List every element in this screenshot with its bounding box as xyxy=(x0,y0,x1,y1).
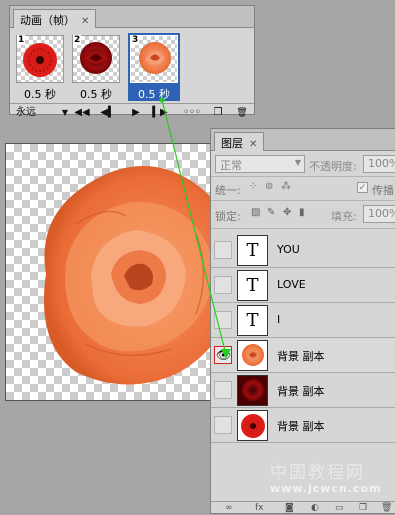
layer-mask-icon[interactable]: ◙ xyxy=(285,503,294,513)
tab-animation[interactable]: 动画（帧） ✕ xyxy=(13,9,97,28)
unify-label: 统一: xyxy=(215,184,241,197)
image-layer-thumbnail xyxy=(237,410,268,441)
animation-frame-3[interactable]: 3 0.5 秒 xyxy=(128,33,180,101)
duplicate-frame-button[interactable]: ❐ xyxy=(210,106,226,120)
layers-tabbar: 图层 ✕ xyxy=(211,129,395,151)
red-rose-thumb xyxy=(238,376,267,405)
tab-layers-label: 图层 xyxy=(221,137,243,150)
animation-frame-1[interactable]: 1 0.5 秒 xyxy=(14,33,66,101)
layer-row-love[interactable]: T LOVE xyxy=(211,268,395,303)
layer-name[interactable]: I xyxy=(277,313,280,326)
layer-name[interactable]: LOVE xyxy=(277,278,306,291)
image-layer-thumbnail xyxy=(237,375,268,406)
blend-opacity-row: 正常 ▼ 不透明度: 100% xyxy=(211,153,395,177)
layer-row-you[interactable]: T YOU xyxy=(211,233,395,268)
chevron-down-icon: ▼ xyxy=(61,108,68,117)
frame-delay[interactable]: 0.5 秒 xyxy=(14,86,66,102)
lock-position-icon[interactable]: ✥ xyxy=(283,207,291,218)
unify-visibility-icon[interactable]: ⊚ xyxy=(265,181,273,192)
unify-position-icon[interactable]: ⁘ xyxy=(249,181,257,192)
layers-panel: 图层 ✕ 正常 ▼ 不透明度: 100% 统一: ⁘ ⊚ ⁂ ✓ 传播 锁定: ▧… xyxy=(210,128,395,514)
visibility-toggle[interactable] xyxy=(214,416,232,434)
blend-mode-select[interactable]: 正常 ▼ xyxy=(215,155,305,173)
frame-number: 2 xyxy=(73,35,82,45)
propagate-label: 传播 xyxy=(372,184,394,197)
opacity-input[interactable]: 100% xyxy=(363,155,395,173)
visibility-toggle[interactable] xyxy=(214,241,232,259)
gerbera-thumb xyxy=(241,414,265,438)
close-icon[interactable]: ✕ xyxy=(249,139,257,150)
opacity-label: 不透明度: xyxy=(309,160,357,173)
propagate-checkbox[interactable]: ✓ xyxy=(357,182,368,193)
eye-icon: 👁 xyxy=(216,348,232,362)
lock-transparency-icon[interactable]: ▧ xyxy=(251,207,260,218)
image-layer-thumbnail xyxy=(237,340,268,371)
previous-frame-button[interactable]: ◀▍ xyxy=(98,106,118,120)
link-layers-icon[interactable]: ∞ xyxy=(225,503,233,513)
loop-select[interactable]: 永远 ▼ xyxy=(16,106,68,120)
lock-fill-row: 锁定: ▧ ✎ ✥ ▮ 填充: 100% xyxy=(211,201,395,229)
text-layer-thumbnail: T xyxy=(237,305,268,336)
text-layer-icon: T xyxy=(246,275,259,296)
tween-button[interactable]: ◦◦◦ xyxy=(182,106,202,120)
visibility-toggle[interactable] xyxy=(214,276,232,294)
layer-row-i[interactable]: T I xyxy=(211,303,395,338)
orange-rose-thumb xyxy=(242,344,264,366)
blend-mode-value: 正常 xyxy=(220,159,242,172)
animation-panel: 动画（帧） ✕ 1 0.5 秒 2 0.5 秒 3 0.5 秒 永远 ▼ ◀◀ … xyxy=(9,5,255,118)
adjustment-layer-icon[interactable]: ◐ xyxy=(311,503,319,513)
watermark-url: www.jcwcn.com xyxy=(270,482,382,495)
watermark-title: 中国教程网 xyxy=(270,463,365,483)
layer-name[interactable]: 背景 副本 xyxy=(277,418,325,434)
layer-name[interactable]: YOU xyxy=(277,243,300,256)
animation-tabbar: 动画（帧） ✕ xyxy=(10,6,254,28)
animation-frame-2[interactable]: 2 0.5 秒 xyxy=(70,33,122,101)
unify-row: 统一: ⁘ ⊚ ⁂ ✓ 传播 xyxy=(211,177,395,201)
visibility-toggle[interactable] xyxy=(214,381,232,399)
layer-row-orange-rose[interactable]: 👁 背景 副本 xyxy=(211,338,395,373)
layers-list: T YOU T LOVE T I 👁 背景 副本 背景 副本 背景 副本 xyxy=(211,233,395,453)
visibility-toggle[interactable]: 👁 xyxy=(214,346,232,364)
frame-number: 3 xyxy=(131,35,140,45)
next-frame-button[interactable]: ▍▶ xyxy=(150,106,170,120)
fill-input[interactable]: 100% xyxy=(363,205,395,223)
fill-label: 填充: xyxy=(331,210,357,223)
layer-row-gerbera[interactable]: 背景 副本 xyxy=(211,408,395,443)
frame-number: 1 xyxy=(17,35,26,45)
text-layer-thumbnail: T xyxy=(237,270,268,301)
lock-all-icon[interactable]: ▮ xyxy=(299,207,305,218)
layer-style-icon[interactable]: fx xyxy=(255,503,264,513)
delete-frame-button[interactable]: 🗑 xyxy=(234,106,250,120)
visibility-toggle[interactable] xyxy=(214,311,232,329)
layer-name[interactable]: 背景 副本 xyxy=(277,348,325,364)
text-layer-icon: T xyxy=(246,240,259,261)
text-layer-thumbnail: T xyxy=(237,235,268,266)
chevron-down-icon: ▼ xyxy=(294,158,301,167)
delete-layer-icon[interactable]: 🗑 xyxy=(381,503,392,513)
loop-value: 永远 xyxy=(16,107,36,118)
lock-pixels-icon[interactable]: ✎ xyxy=(267,207,275,218)
animation-toolbar: 永远 ▼ ◀◀ ◀▍ ▶ ▍▶ ◦◦◦ ❐ 🗑 xyxy=(10,103,254,121)
frame-delay[interactable]: 0.5 秒 xyxy=(128,86,180,102)
layer-row-red-rose[interactable]: 背景 副本 xyxy=(211,373,395,408)
unify-style-icon[interactable]: ⁂ xyxy=(281,181,291,192)
play-button[interactable]: ▶ xyxy=(128,106,144,120)
new-group-icon[interactable]: ▭ xyxy=(335,503,344,513)
layer-name[interactable]: 背景 副本 xyxy=(277,383,325,399)
lock-label: 锁定: xyxy=(215,210,241,223)
tab-animation-label: 动画（帧） xyxy=(20,14,75,27)
new-layer-icon[interactable]: ❐ xyxy=(359,503,367,513)
first-frame-button[interactable]: ◀◀ xyxy=(72,106,92,120)
close-icon[interactable]: ✕ xyxy=(81,16,89,27)
tab-layers[interactable]: 图层 ✕ xyxy=(214,132,265,151)
frame-delay[interactable]: 0.5 秒 xyxy=(70,86,122,102)
text-layer-icon: T xyxy=(246,310,259,331)
